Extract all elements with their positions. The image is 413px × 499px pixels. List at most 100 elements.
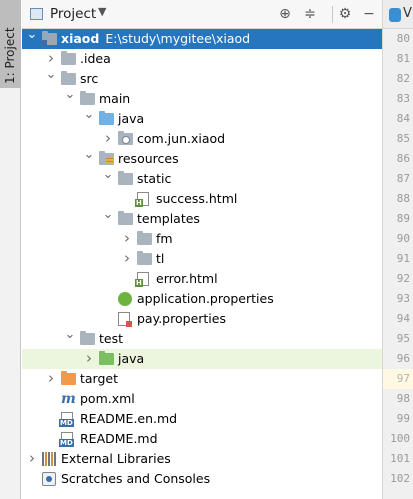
project-tool-tab[interactable]: 1: Project <box>0 0 21 88</box>
tree-item-label: templates <box>137 211 200 226</box>
tree-item-label: error.html <box>156 271 218 286</box>
folder-icon <box>118 171 133 185</box>
tree-row[interactable]: ⌄ java <box>22 107 382 129</box>
line-number: 85 <box>396 132 410 145</box>
chevron-down-icon[interactable]: ⌄ <box>102 165 114 185</box>
chevron-down-icon[interactable]: ⌄ <box>83 105 95 125</box>
project-view-selector[interactable]: Project <box>50 6 96 22</box>
chevron-right-icon[interactable]: › <box>121 228 133 248</box>
line-number: 96 <box>396 352 410 365</box>
spring-properties-icon <box>118 292 132 306</box>
line-number: 101 <box>390 452 410 465</box>
tree-row[interactable]: Scratches and Consoles <box>22 469 382 489</box>
tree-row[interactable]: application.properties <box>22 289 382 309</box>
tree-row[interactable]: › .idea <box>22 49 382 69</box>
chevron-down-icon[interactable]: ⌄ <box>102 205 114 225</box>
line-number: 92 <box>396 272 410 285</box>
folder-icon <box>80 331 95 345</box>
line-number: 87 <box>396 172 410 185</box>
tree-row[interactable]: ⌄ src <box>22 67 382 89</box>
tree-row[interactable]: ⌄ main <box>22 87 382 109</box>
tree-item-label: success.html <box>156 191 238 206</box>
chevron-down-icon[interactable]: ▼ <box>98 5 106 18</box>
line-number: 80 <box>396 32 410 45</box>
vue-file-icon <box>389 8 401 22</box>
project-tool-tab-label: 1: Project <box>3 27 17 84</box>
tree-row[interactable]: ⌄ xiaod E:\study\mygitee\xiaod <box>22 27 382 49</box>
editor-tab-label: V <box>403 6 412 21</box>
chevron-right-icon[interactable]: › <box>83 348 95 368</box>
tree-row[interactable]: › External Libraries <box>22 449 382 469</box>
tree-row[interactable]: › fm <box>22 229 382 249</box>
tree-item-label: java <box>118 351 145 366</box>
tree-item-label: xiaod E:\study\mygitee\xiaod <box>61 31 251 46</box>
chevron-right-icon[interactable]: › <box>26 448 38 468</box>
folder-icon <box>137 251 152 265</box>
markdown-file-icon: MD <box>59 412 74 427</box>
line-number: 81 <box>396 52 410 65</box>
tree-item-label: .idea <box>80 51 111 66</box>
tree-item-label: fm <box>156 231 173 246</box>
chevron-down-icon[interactable]: ⌄ <box>83 145 95 165</box>
chevron-right-icon[interactable]: › <box>102 128 114 148</box>
tree-row[interactable]: › java <box>22 349 382 369</box>
line-number: 82 <box>396 72 410 85</box>
chevron-down-icon[interactable]: ⌄ <box>64 85 76 105</box>
tree-row[interactable]: m pom.xml <box>22 389 382 409</box>
editor-panel: V 80 81 82 83 84 85 86 87 88 89 90 91 92 93 94 95 96 97 98… <box>382 0 413 499</box>
tree-item-label: target <box>80 371 119 386</box>
properties-file-icon <box>118 312 132 327</box>
tree-row[interactable]: ⌄ test <box>22 327 382 349</box>
project-folder-icon <box>40 31 57 46</box>
tree-row[interactable]: MD README.md <box>22 429 382 449</box>
chevron-right-icon[interactable]: › <box>121 248 133 268</box>
tree-item-label: README.md <box>80 431 158 446</box>
tree-item-label: pay.properties <box>137 311 226 326</box>
excluded-folder-icon <box>61 371 76 385</box>
markdown-file-icon: MD <box>59 432 74 447</box>
minimize-icon[interactable]: − <box>359 4 379 24</box>
folder-icon <box>61 71 76 85</box>
line-number: 84 <box>396 112 410 125</box>
tree-row[interactable]: › target <box>22 369 382 389</box>
chevron-down-icon[interactable]: ⌄ <box>45 65 57 85</box>
gear-icon[interactable]: ⚙ <box>335 4 355 24</box>
line-number: 86 <box>396 152 410 165</box>
tree-row[interactable]: Hsuccess.html <box>22 189 382 209</box>
tree-row[interactable]: Herror.html <box>22 269 382 289</box>
tree-item-label: tl <box>156 251 165 266</box>
tree-item-label: External Libraries <box>61 451 171 466</box>
project-panel-header: Project ▼ ⊕ ≑ ⚙ − <box>22 0 382 29</box>
tree-row[interactable]: ⌄ static <box>22 167 382 189</box>
tree-row[interactable]: MD README.en.md <box>22 409 382 429</box>
scratches-icon <box>42 472 56 486</box>
collapse-all-icon[interactable]: ≑ <box>300 4 320 24</box>
chevron-down-icon[interactable]: ⌄ <box>64 325 76 345</box>
tree-row[interactable]: ⌄ templates <box>22 207 382 229</box>
line-number: 83 <box>396 92 410 105</box>
test-folder-icon <box>99 351 114 365</box>
maven-icon: m <box>61 391 76 407</box>
tree-row[interactable]: › tl <box>22 249 382 269</box>
tree-item-label: application.properties <box>137 291 274 306</box>
editor-tab[interactable]: V <box>383 0 413 29</box>
project-tree[interactable]: ⌄ xiaod E:\study\mygitee\xiaod › .idea ⌄ src ⌄ m… <box>22 27 382 499</box>
tree-item-label: main <box>99 91 131 106</box>
resources-folder-icon <box>99 151 114 165</box>
tree-row[interactable]: ⌄ resources <box>22 147 382 169</box>
tool-window-strip: 1: Project <box>0 0 21 499</box>
line-number: 89 <box>396 212 410 225</box>
tree-item-label: resources <box>118 151 179 166</box>
tree-row[interactable]: pay.properties <box>22 309 382 329</box>
line-number: 100 <box>390 432 410 445</box>
tree-row[interactable]: › com.jun.xiaod <box>22 129 382 149</box>
chevron-down-icon[interactable]: ⌄ <box>26 25 38 45</box>
line-number: 88 <box>396 192 410 205</box>
line-number: 93 <box>396 292 410 305</box>
locate-icon[interactable]: ⊕ <box>275 4 295 24</box>
chevron-right-icon[interactable]: › <box>45 368 57 388</box>
html-file-icon: H <box>135 272 149 287</box>
line-number: 90 <box>396 232 410 245</box>
project-window-icon <box>30 8 43 20</box>
tree-item-label: static <box>137 171 172 186</box>
